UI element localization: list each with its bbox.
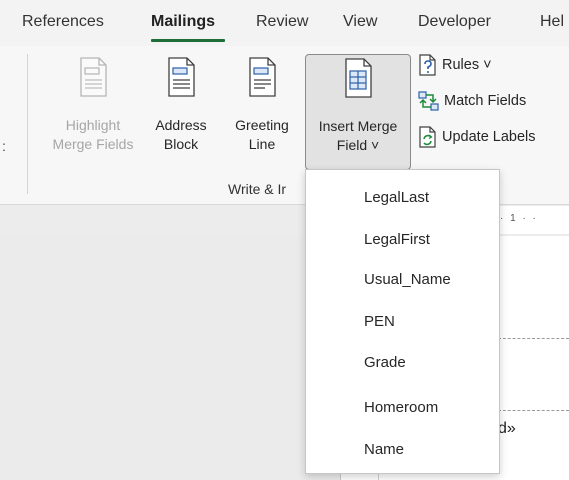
label-boundary-dashed-line	[498, 338, 569, 339]
dropdown-item-legalfirst[interactable]: LegalFirst	[364, 231, 430, 248]
rules-button[interactable]: Rules ˅	[418, 54, 492, 76]
write-insert-group-label: Write & Ir	[228, 181, 287, 197]
update-labels-button[interactable]: Update Labels	[418, 126, 536, 148]
dropdown-item-legallast[interactable]: LegalLast	[364, 189, 429, 206]
tab-help[interactable]: Hel	[540, 13, 564, 31]
previous-group-fragment: :	[2, 138, 6, 154]
match-fields-icon	[418, 91, 439, 111]
match-fields-button[interactable]: Match Fields	[418, 90, 526, 112]
ruler-marks: · 1 · ·	[500, 213, 538, 224]
insert-merge-field-icon	[345, 58, 372, 98]
tab-review[interactable]: Review	[256, 13, 308, 31]
rules-icon	[419, 54, 436, 76]
greeting-label-line1: Greeting	[235, 117, 289, 133]
insert-merge-field-dropdown: LegalLast LegalFirst Usual_Name PEN Grad…	[305, 169, 500, 474]
tab-view[interactable]: View	[343, 13, 377, 31]
address-label-line2: Block	[163, 136, 199, 152]
tab-developer[interactable]: Developer	[418, 13, 491, 31]
greeting-line-button[interactable]: Greeting Line	[226, 56, 298, 154]
dropdown-item-name[interactable]: Name	[364, 441, 404, 458]
greeting-label-line2: Line	[248, 136, 276, 152]
update-labels-icon	[419, 126, 436, 148]
active-tab-indicator	[151, 39, 225, 42]
ribbon-tab-bar: References Mailings Review View Develope…	[0, 0, 569, 46]
address-label-line1: Address	[155, 117, 207, 133]
highlight-label-line1: Highlight	[65, 117, 121, 133]
insert-merge-label-line1: Insert Merge	[318, 118, 398, 134]
group-separator	[27, 54, 28, 194]
tab-references[interactable]: References	[22, 13, 104, 31]
dropdown-item-pen[interactable]: PEN	[364, 313, 395, 330]
dropdown-item-grade[interactable]: Grade	[364, 354, 406, 371]
address-block-icon	[168, 57, 195, 97]
dropdown-item-usual-name[interactable]: Usual_Name	[364, 271, 451, 288]
highlight-merge-fields-icon	[80, 57, 107, 97]
greeting-line-icon	[249, 57, 276, 97]
merge-field-text: d»	[498, 420, 516, 437]
highlight-merge-fields-button[interactable]: Highlight Merge Fields	[40, 56, 146, 154]
label-boundary-dashed-line	[498, 410, 569, 411]
update-labels-label: Update Labels	[442, 129, 536, 145]
tab-mailings[interactable]: Mailings	[151, 13, 215, 31]
highlight-label-line2: Merge Fields	[52, 136, 134, 152]
insert-merge-field-button[interactable]: Insert Merge Field ˅	[305, 54, 411, 170]
rules-label: Rules ˅	[442, 57, 492, 73]
match-fields-label: Match Fields	[444, 93, 527, 109]
address-block-button[interactable]: Address Block	[150, 56, 212, 154]
dropdown-item-homeroom[interactable]: Homeroom	[364, 399, 438, 416]
insert-merge-label-line2: Field ˅	[336, 137, 380, 153]
